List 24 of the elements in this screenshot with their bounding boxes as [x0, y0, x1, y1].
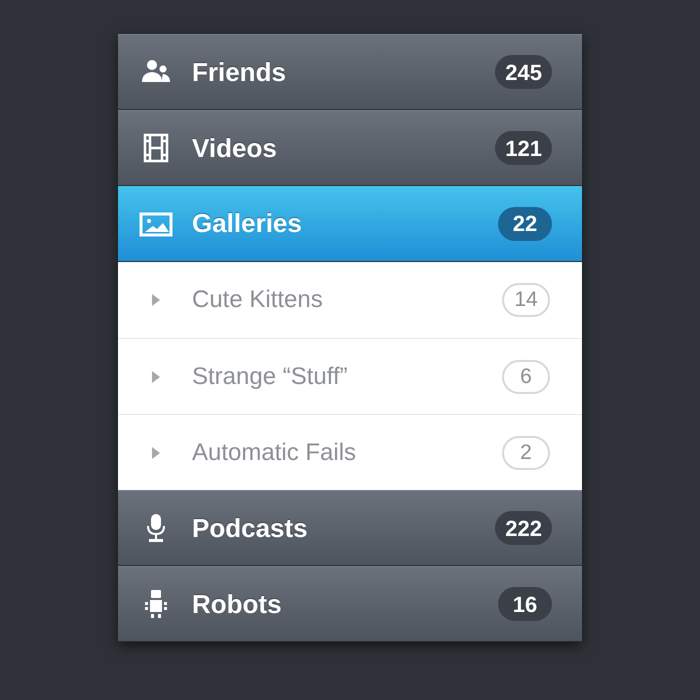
caret-icon	[152, 294, 160, 306]
menu-item-label: Galleries	[192, 207, 303, 240]
menu-item-label: Videos	[192, 132, 278, 164]
menu-item[interactable]: Robots 16	[118, 566, 582, 642]
submenu-item-label: Cute Kittens	[192, 285, 324, 315]
count-badge: 2	[502, 436, 550, 470]
menu-item-label: Podcasts	[192, 512, 309, 544]
count-badge: 22	[498, 206, 552, 240]
count-badge: 121	[495, 131, 552, 165]
caret-icon	[152, 446, 160, 458]
caret-icon	[152, 370, 160, 382]
menu-item-label: Robots	[192, 588, 283, 620]
submenu-item-label: Strange “Stuff”	[192, 362, 349, 392]
count-badge: 245	[495, 55, 552, 89]
menu-item[interactable]: Videos 121	[118, 110, 582, 186]
count-badge: 16	[498, 587, 552, 621]
count-badge: 14	[502, 283, 550, 317]
count-badge: 6	[502, 360, 550, 394]
submenu-item-label: Automatic Fails	[192, 438, 358, 468]
menu-item-label: Friends	[192, 56, 287, 88]
menu-item[interactable]: Friends 245	[118, 34, 582, 110]
menu-item[interactable]: Podcasts 222	[118, 490, 582, 566]
count-badge: 222	[495, 511, 552, 545]
menu-item[interactable]: Galleries 22	[118, 186, 582, 262]
